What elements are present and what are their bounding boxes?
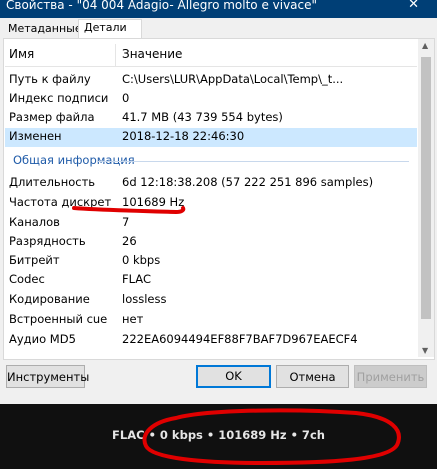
property-value: нет — [122, 312, 144, 326]
group-divider — [97, 161, 409, 162]
row-duration[interactable]: Длительность 6d 12:18:38.208 (57 222 251… — [5, 174, 417, 193]
ok-button[interactable]: OK — [196, 365, 271, 388]
scroll-up-arrow-icon[interactable]: ▲ — [422, 41, 428, 50]
property-value: 222EA6094494EF88F7BAF7D967EAECF4 — [122, 332, 358, 346]
row-bitrate[interactable]: Битрейт 0 kbps — [5, 252, 417, 271]
property-name: Длительность — [9, 175, 96, 189]
player-status-bar: FLAC • 0 kbps • 101689 Hz • 7ch — [0, 404, 437, 469]
scroll-down-arrow-icon[interactable]: ▼ — [422, 346, 428, 355]
properties-list[interactable]: Имя Значение Путь к файлу C:\Users\LUR\A… — [5, 39, 417, 357]
property-value: 2018-12-18 22:46:30 — [122, 129, 245, 143]
row-subsong-index[interactable]: Индекс подписи 0 — [5, 90, 417, 109]
property-value: lossless — [122, 292, 167, 306]
property-value: 26 — [122, 234, 137, 248]
column-header: Имя Значение — [5, 44, 417, 67]
tab-details[interactable]: Детали — [78, 19, 142, 39]
vertical-scrollbar[interactable]: ▲ ▼ — [418, 39, 434, 357]
property-name: Разрядность — [9, 234, 86, 248]
group-general-info: Общая информация — [13, 153, 135, 167]
property-name: Размер файла — [9, 110, 95, 124]
tab-metadata[interactable]: Метаданные — [3, 21, 86, 37]
tools-button[interactable]: Инструменты — [6, 365, 89, 388]
column-divider[interactable] — [115, 44, 116, 66]
property-name: Битрейт — [9, 253, 60, 267]
property-name: Каналов — [9, 215, 60, 229]
details-panel: Имя Значение Путь к файлу C:\Users\LUR\A… — [3, 38, 435, 360]
property-value: 6d 12:18:38.208 (57 222 251 896 samples) — [122, 175, 374, 189]
row-embedded-cue[interactable]: Встроенный cue нет — [5, 311, 417, 330]
property-name: Кодирование — [9, 292, 90, 306]
row-modified[interactable]: Изменен 2018-12-18 22:46:30 — [5, 128, 417, 147]
property-name: Встроенный cue — [9, 312, 108, 326]
property-name: Путь к файлу — [9, 72, 91, 86]
property-value: 0 — [122, 91, 130, 105]
row-sample-rate[interactable]: Частота дискрет 101689 Hz — [5, 194, 417, 213]
property-name: Аудио MD5 — [9, 332, 76, 346]
property-value: 101689 Hz — [122, 195, 185, 209]
row-file-path[interactable]: Путь к файлу C:\Users\LUR\AppData\Local\… — [5, 71, 417, 90]
column-header-name[interactable]: Имя — [9, 47, 34, 61]
row-file-size[interactable]: Размер файла 41.7 MB (43 739 554 bytes) — [5, 109, 417, 128]
apply-button[interactable]: Применить — [354, 365, 427, 388]
row-encoding[interactable]: Кодирование lossless — [5, 291, 417, 310]
property-value: 0 kbps — [122, 253, 161, 267]
property-name: Индекс подписи — [9, 91, 109, 105]
property-name: Изменен — [9, 129, 62, 143]
property-value: FLAC — [122, 272, 151, 286]
row-channels[interactable]: Каналов 7 — [5, 214, 417, 233]
title-bar[interactable]: Свойства - "04 004 Adagio- Allegro molto… — [0, 0, 437, 18]
properties-dialog: Свойства - "04 004 Adagio- Allegro molto… — [0, 0, 437, 404]
property-name: Частота дискрет — [9, 195, 112, 209]
row-audio-md5[interactable]: Аудио MD5 222EA6094494EF88F7BAF7D967EAEC… — [5, 331, 417, 350]
column-header-value[interactable]: Значение — [122, 47, 182, 61]
scrollbar-thumb[interactable] — [421, 57, 431, 319]
window-title: Свойства - "04 004 Adagio- Allegro molto… — [6, 0, 318, 12]
row-bit-depth[interactable]: Разрядность 26 — [5, 233, 417, 252]
close-icon[interactable]: ✕ — [408, 0, 419, 12]
property-name: Codec — [9, 272, 45, 286]
property-value: C:\Users\LUR\AppData\Local\Temp\_t... — [122, 72, 344, 86]
status-text: FLAC • 0 kbps • 101689 Hz • 7ch — [112, 428, 325, 442]
property-value: 41.7 MB (43 739 554 bytes) — [122, 110, 283, 124]
cancel-button[interactable]: Отмена — [276, 365, 349, 388]
property-value: 7 — [122, 215, 130, 229]
row-codec[interactable]: Codec FLAC — [5, 271, 417, 290]
